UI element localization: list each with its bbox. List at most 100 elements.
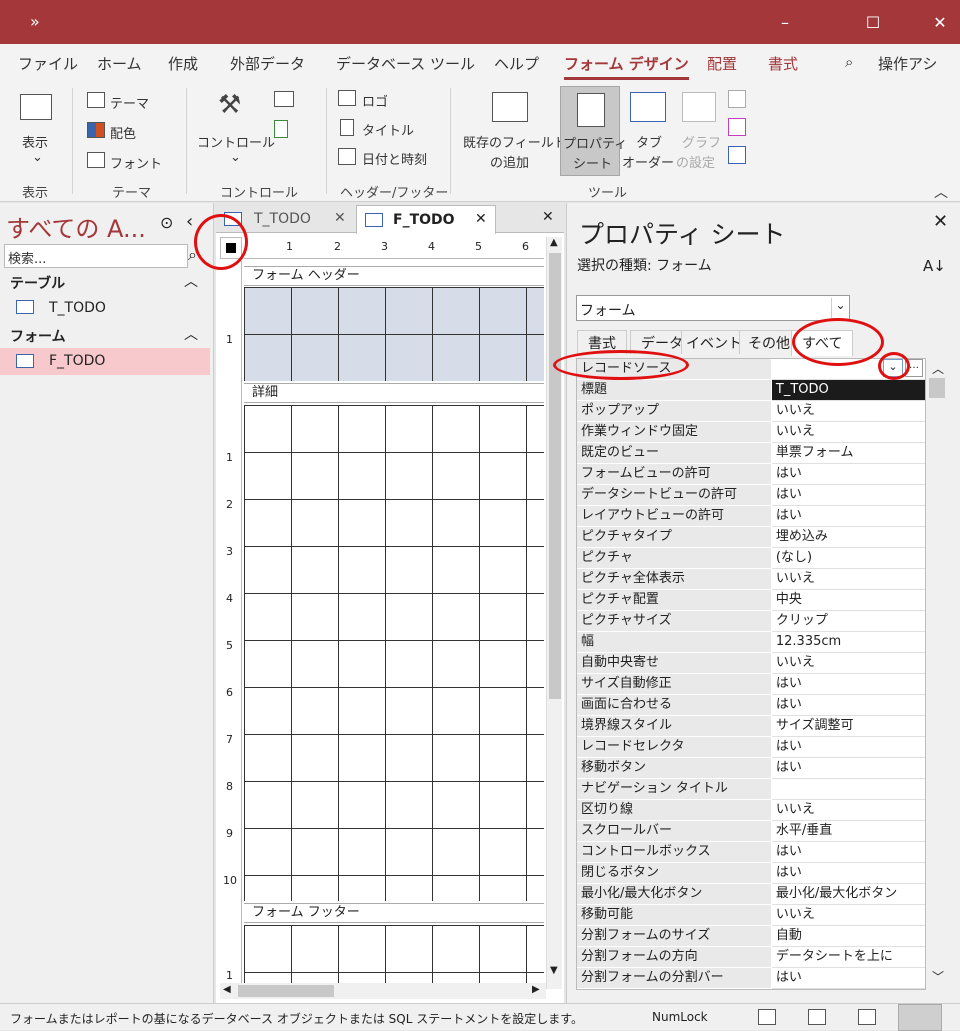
property-row[interactable]: フォームビューの許可 はい (577, 464, 925, 485)
property-row[interactable]: レコードセレクタ はい (577, 737, 925, 758)
property-row[interactable]: 分割フォームの方向 データシートを上に (577, 947, 925, 968)
nav-group-tables[interactable]: テーブル (10, 273, 65, 293)
property-value[interactable]: 中央 (771, 590, 925, 611)
property-value[interactable]: いいえ (771, 905, 925, 926)
property-row[interactable]: 既定のビュー 単票フォーム (577, 443, 925, 464)
property-value[interactable]: 水平/垂直 (771, 821, 925, 842)
property-row[interactable]: ピクチャ配置 中央 (577, 590, 925, 611)
property-value[interactable]: はい (771, 695, 925, 716)
colors-button[interactable]: 配色 (110, 123, 136, 142)
property-value[interactable]: はい (771, 758, 925, 779)
property-row[interactable]: 分割フォームの分割バー はい (577, 968, 925, 989)
property-value[interactable]: はい (771, 506, 925, 527)
property-row[interactable]: 区切り線 いいえ (577, 800, 925, 821)
tab-file[interactable]: ファイル (18, 53, 78, 74)
property-row[interactable]: 閉じるボタン はい (577, 863, 925, 884)
form-header-bar[interactable]: フォーム ヘッダー (244, 266, 544, 286)
property-sheet-button[interactable]: プロパティ シート (560, 86, 627, 176)
property-row[interactable]: ナビゲーション タイトル (577, 779, 925, 800)
view-label[interactable]: 表示 (22, 132, 48, 151)
property-value[interactable]: いいえ (771, 569, 925, 590)
detail-bar[interactable]: 詳細 (244, 383, 544, 403)
property-value[interactable]: サイズ調整可 (771, 716, 925, 737)
chevron-up-icon[interactable]: ︿ (184, 271, 198, 291)
scroll-thumb[interactable] (929, 378, 945, 398)
date-time-button[interactable]: 日付と時刻 (362, 149, 427, 168)
scroll-left-icon[interactable]: ◀ (223, 984, 231, 995)
add-existing-fields-line1[interactable]: 既存のフィールド (463, 132, 567, 151)
chevron-down-icon[interactable]: ⌄ (32, 150, 43, 165)
property-value[interactable]: 12.335cm (771, 632, 925, 653)
property-row[interactable]: ピクチャ (なし) (577, 548, 925, 569)
scroll-thumb[interactable] (549, 253, 561, 699)
object-selector[interactable]: フォーム ⌄ (576, 295, 850, 321)
chevron-up-icon[interactable]: ︿ (184, 324, 198, 344)
property-row[interactable]: 移動ボタン はい (577, 758, 925, 779)
datasheet-view-icon[interactable] (808, 1009, 826, 1025)
property-row[interactable]: スクロールバー 水平/垂直 (577, 821, 925, 842)
insert-control-icon[interactable] (274, 120, 288, 138)
view-button[interactable] (18, 92, 54, 122)
property-value[interactable]: データシートを上に (771, 947, 925, 968)
property-row[interactable]: 移動可能 いいえ (577, 905, 925, 926)
form-header-grid[interactable] (244, 287, 544, 381)
nav-search-input[interactable]: 検索... (4, 244, 188, 268)
property-row[interactable]: レイアウトビューの許可 はい (577, 506, 925, 527)
tab-home[interactable]: ホーム (97, 53, 142, 74)
form-footer-grid[interactable] (244, 925, 544, 989)
quick-access-chevron[interactable]: » (30, 12, 40, 31)
chevron-up-icon[interactable]: ︿ (932, 360, 944, 377)
tab-arrange[interactable]: 配置 (707, 53, 737, 74)
collapse-ribbon-icon[interactable]: ︿ (934, 182, 948, 202)
scroll-right-icon[interactable]: ▶ (532, 984, 540, 995)
nav-item-t-todo[interactable]: T_TODO (0, 296, 210, 320)
search-icon[interactable]: ⌕ (845, 53, 853, 71)
nav-group-forms[interactable]: フォーム (10, 326, 66, 346)
layout-view-icon[interactable] (858, 1009, 876, 1025)
property-value[interactable]: 最小化/最大化ボタン (771, 884, 925, 905)
add-existing-fields-line2[interactable]: の追加 (490, 152, 529, 171)
property-value[interactable]: はい (771, 968, 925, 989)
convert-macros-icon[interactable] (728, 118, 746, 136)
tab-external-data[interactable]: 外部データ (230, 53, 305, 74)
property-row[interactable]: サイズ自動修正 はい (577, 674, 925, 695)
tell-me-box[interactable]: 操作アシ (878, 53, 937, 74)
property-value[interactable] (771, 779, 925, 800)
minimize-button[interactable]: – (760, 0, 810, 44)
nav-item-f-todo[interactable]: F_TODO (0, 348, 210, 375)
property-value[interactable]: いいえ (771, 422, 925, 443)
property-row[interactable]: 自動中央寄せ いいえ (577, 653, 925, 674)
logo-button[interactable]: ロゴ (362, 91, 388, 110)
tab-format[interactable]: 書式 (768, 53, 798, 74)
property-row[interactable]: データシートビューの許可 はい (577, 485, 925, 506)
property-row[interactable]: ピクチャタイプ 埋め込み (577, 527, 925, 548)
close-icon[interactable]: ✕ (933, 211, 948, 232)
scroll-down-icon[interactable]: ▼ (550, 965, 558, 976)
property-value[interactable]: はい (771, 842, 925, 863)
collapse-pane-icon[interactable]: ‹ (186, 211, 193, 232)
property-value[interactable]: いいえ (771, 653, 925, 674)
chevron-down-icon[interactable]: ﹀ (932, 968, 944, 985)
property-row[interactable]: 幅 12.335cm (577, 632, 925, 653)
tab-order-line2[interactable]: オーダー (622, 152, 674, 171)
tab-create[interactable]: 作成 (168, 53, 198, 74)
form-view-icon[interactable] (758, 1009, 776, 1025)
property-row[interactable]: ピクチャサイズ クリップ (577, 611, 925, 632)
property-value[interactable]: はい (771, 464, 925, 485)
prop-tab-event[interactable]: イベント (681, 330, 747, 354)
prop-tab-other[interactable]: その他 (739, 330, 799, 354)
property-value[interactable]: はい (771, 737, 925, 758)
subform-icon[interactable] (728, 146, 746, 164)
property-row[interactable]: 最小化/最大化ボタン 最小化/最大化ボタン (577, 884, 925, 905)
property-row[interactable]: ポップアップ いいえ (577, 401, 925, 422)
chevron-down-icon[interactable]: ⌄ (831, 298, 849, 318)
property-row[interactable]: コントロールボックス はい (577, 842, 925, 863)
controls-button[interactable]: コントロール (197, 132, 275, 151)
property-row[interactable]: 画面に合わせる はい (577, 695, 925, 716)
vertical-scrollbar[interactable]: ▲ ▼ (546, 237, 562, 989)
detail-grid[interactable] (244, 405, 544, 901)
doc-tab-f-todo[interactable]: F_TODO ✕ (356, 205, 496, 234)
chevron-down-icon[interactable]: ⌄ (230, 150, 241, 165)
form-footer-bar[interactable]: フォーム フッター (244, 903, 544, 923)
property-value[interactable]: T_TODO (771, 380, 925, 401)
